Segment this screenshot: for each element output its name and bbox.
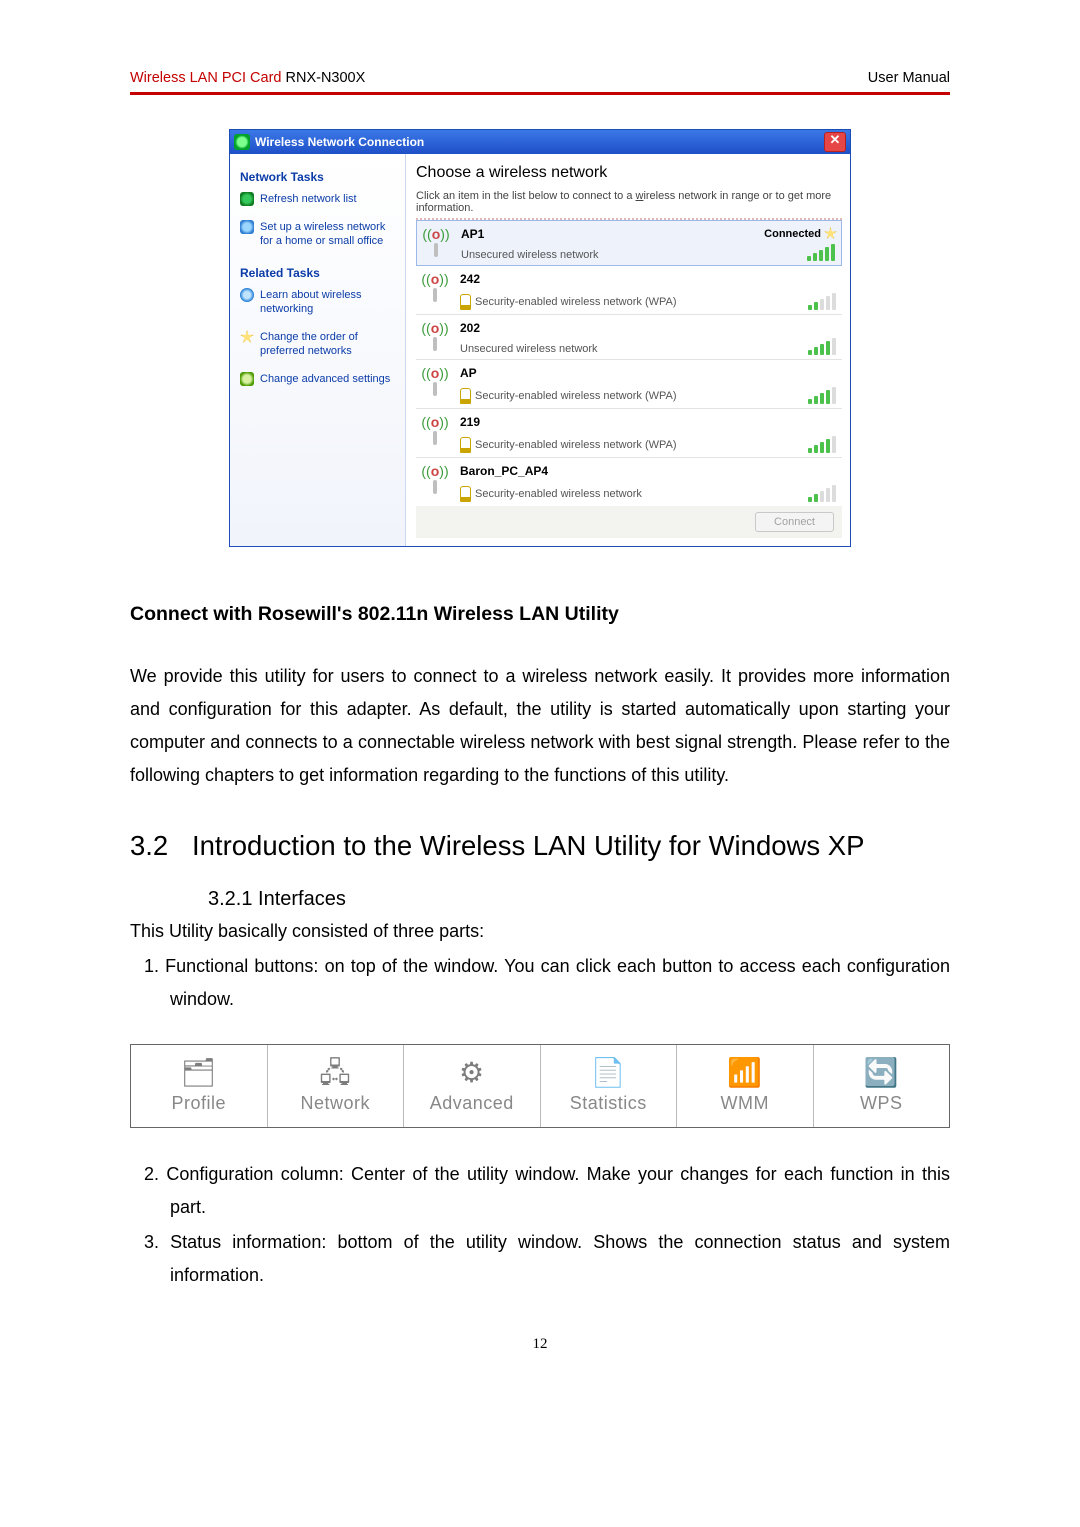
- network-ssid: 242: [460, 272, 752, 286]
- network-ssid: 202: [460, 321, 752, 335]
- toolbar-advanced[interactable]: ⚙ Advanced: [404, 1045, 541, 1127]
- antenna-icon: ((o)): [416, 415, 454, 453]
- advanced-icon: ⚙: [459, 1059, 485, 1087]
- signal-icon: [807, 243, 835, 261]
- connect-button[interactable]: Connect: [755, 512, 834, 532]
- page-header: Wireless LAN PCI Card RNX-N300X User Man…: [130, 70, 950, 95]
- toolbar-label: WMM: [721, 1093, 769, 1114]
- sidebar-link-order[interactable]: Change the order of preferred networks: [240, 330, 395, 358]
- network-ssid: Baron_PC_AP4: [460, 464, 752, 478]
- page-number: 12: [130, 1336, 950, 1353]
- sidebar-link-refresh[interactable]: Refresh network list: [240, 192, 395, 206]
- network-desc: Unsecured wireless network: [460, 343, 752, 355]
- toolbar-network[interactable]: 🖧 Network: [268, 1045, 405, 1127]
- sidebar-link-learn[interactable]: Learn about wireless networking: [240, 288, 395, 316]
- signal-icon: [808, 337, 836, 355]
- list-item-2: 2. Configuration column: Center of the u…: [130, 1158, 950, 1224]
- sidebar-head-related-tasks: Related Tasks: [240, 266, 395, 280]
- lock-icon: [460, 294, 471, 310]
- lock-icon: [460, 388, 471, 404]
- setup-icon: [240, 220, 254, 234]
- network-desc: Security-enabled wireless network: [460, 486, 752, 502]
- toolbar-profile[interactable]: 🗂 Profile: [131, 1045, 268, 1127]
- paragraph-1: We provide this utility for users to con…: [130, 660, 950, 792]
- heading-3-2: 3.2Introduction to the Wireless LAN Util…: [130, 830, 950, 862]
- sidebar: Network Tasks Refresh network list Set u…: [230, 154, 406, 546]
- toolbar-label: Network: [300, 1093, 370, 1114]
- main-heading: Choose a wireless network: [416, 164, 842, 182]
- toolbar-label: Statistics: [570, 1093, 647, 1114]
- main-hint: Click an item in the list below to conne…: [416, 190, 842, 214]
- signal-icon: [808, 435, 836, 453]
- network-desc: Security-enabled wireless network (WPA): [460, 437, 752, 453]
- network-desc: Security-enabled wireless network (WPA): [460, 294, 752, 310]
- network-ssid: 219: [460, 415, 752, 429]
- signal-icon: [808, 292, 836, 310]
- hdr-model: RNX-N300X: [281, 70, 365, 86]
- signal-icon: [808, 386, 836, 404]
- antenna-icon: ((o)): [417, 227, 455, 261]
- connected-badge: Connected: [764, 227, 837, 240]
- antenna-icon: ((o)): [416, 366, 454, 404]
- profile-icon: 🗂: [181, 1059, 217, 1087]
- network-row[interactable]: ((o)) 202 Unsecured wireless network: [416, 315, 842, 360]
- dialog-main: Choose a wireless network Click an item …: [406, 154, 850, 546]
- info-icon: [240, 288, 254, 302]
- network-icon: 🖧: [319, 1059, 351, 1087]
- network-desc: Unsecured wireless network: [461, 249, 751, 261]
- toolbar-wps[interactable]: 🔄 WPS: [814, 1045, 950, 1127]
- refresh-icon: [240, 192, 254, 206]
- wmm-icon: 📶: [727, 1059, 762, 1087]
- star-icon: [824, 227, 837, 240]
- section-title: Connect with Rosewill's 802.11n Wireless…: [130, 603, 950, 626]
- toolbar-label: WPS: [860, 1093, 903, 1114]
- dialog-title: Wireless Network Connection: [255, 135, 424, 149]
- toolbar-wmm[interactable]: 📶 WMM: [677, 1045, 814, 1127]
- close-icon[interactable]: ✕: [824, 132, 846, 152]
- wps-icon: 🔄: [864, 1059, 899, 1087]
- paragraph-2: This Utility basically consisted of thre…: [130, 915, 950, 948]
- toolbar-label: Advanced: [430, 1093, 514, 1114]
- utility-toolbar: 🗂 Profile 🖧 Network ⚙ Advanced 📄 Statistics 📶 WMM…: [130, 1044, 950, 1128]
- hdr-right: User Manual: [868, 70, 950, 86]
- heading-3-2-1: 3.2.1 Interfaces: [208, 888, 950, 911]
- network-row[interactable]: ((o)) Baron_PC_AP4 Security-enabled wirele…: [416, 458, 842, 506]
- network-row[interactable]: ((o)) AP Security-enabled wireless network…: [416, 360, 842, 409]
- network-row[interactable]: ((o)) 242 Security-enabled wireless networ…: [416, 266, 842, 315]
- toolbar-label: Profile: [171, 1093, 226, 1114]
- antenna-icon: ((o)): [416, 464, 454, 502]
- network-row[interactable]: ((o)) AP1 Unsecured wireless network Connec…: [416, 220, 842, 266]
- lock-icon: [460, 486, 471, 502]
- wireless-icon: [234, 134, 250, 150]
- list-item-3: 3. Status information: bottom of the uti…: [130, 1226, 950, 1292]
- network-desc: Security-enabled wireless network (WPA): [460, 388, 752, 404]
- network-ssid: AP1: [461, 227, 751, 241]
- wireless-dialog: Wireless Network Connection ✕ Network Ta…: [229, 129, 851, 547]
- list-item-1: 1. Functional buttons: on top of the win…: [130, 950, 950, 1016]
- antenna-icon: ((o)): [416, 321, 454, 355]
- network-list[interactable]: ((o)) AP1 Unsecured wireless network Connec…: [416, 218, 842, 506]
- antenna-icon: ((o)): [416, 272, 454, 310]
- sidebar-link-advanced[interactable]: Change advanced settings: [240, 372, 395, 386]
- network-row[interactable]: ((o)) 219 Security-enabled wireless networ…: [416, 409, 842, 458]
- hdr-product: Wireless LAN PCI Card: [130, 70, 281, 86]
- sidebar-link-setup[interactable]: Set up a wireless network for a home or …: [240, 220, 395, 248]
- toolbar-statistics[interactable]: 📄 Statistics: [541, 1045, 678, 1127]
- network-ssid: AP: [460, 366, 752, 380]
- lock-icon: [460, 437, 471, 453]
- advanced-icon: [240, 372, 254, 386]
- statistics-icon: 📄: [591, 1059, 626, 1087]
- sidebar-head-network-tasks: Network Tasks: [240, 170, 395, 184]
- titlebar[interactable]: Wireless Network Connection ✕: [230, 130, 850, 154]
- signal-icon: [808, 484, 836, 502]
- star-icon: [240, 330, 254, 344]
